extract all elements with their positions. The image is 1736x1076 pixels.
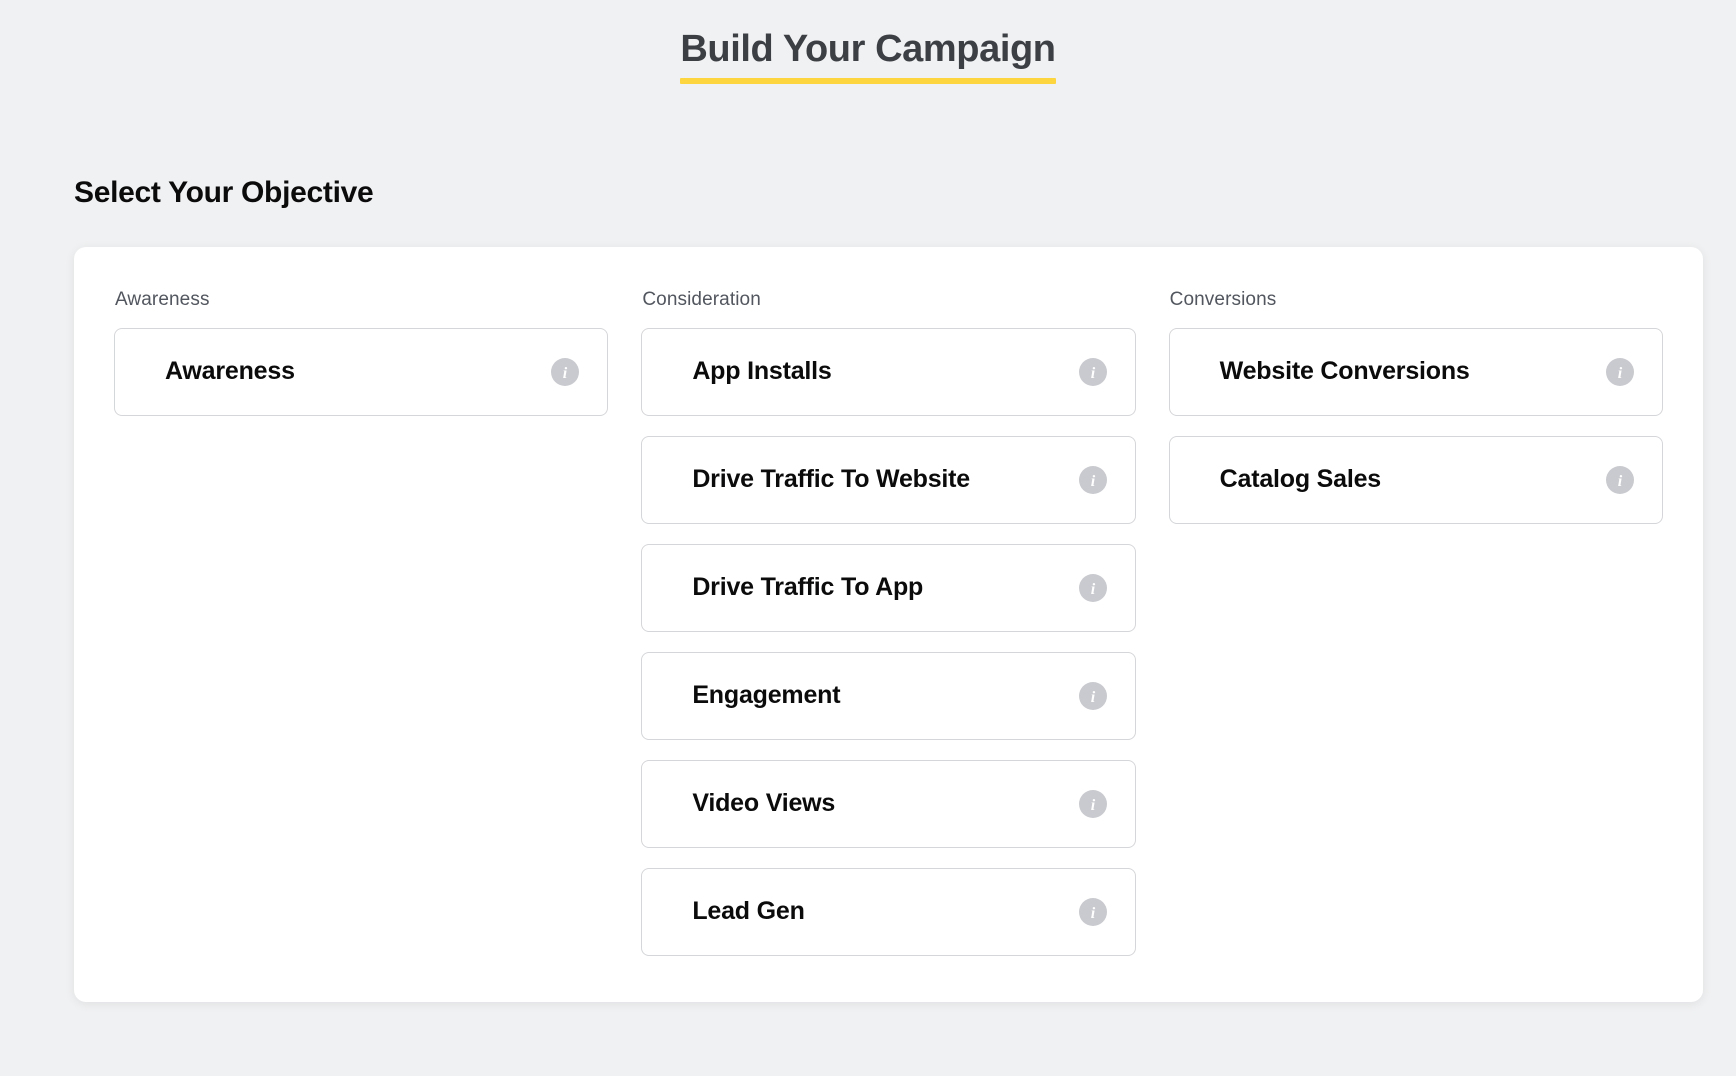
svg-text:i: i — [1090, 905, 1095, 922]
objective-card-label: Drive Traffic To Website — [692, 467, 970, 492]
svg-text:i: i — [563, 365, 568, 382]
page-title-block: Build Your Campaign — [680, 28, 1055, 84]
info-icon[interactable]: i — [1606, 466, 1634, 494]
info-icon[interactable]: i — [1079, 466, 1107, 494]
info-icon[interactable]: i — [1079, 790, 1107, 818]
objective-card[interactable]: Website Conversions i — [1169, 328, 1663, 416]
info-icon[interactable]: i — [1079, 574, 1107, 602]
objective-card-label: Drive Traffic To App — [692, 575, 923, 600]
objective-card-label: Video Views — [692, 791, 835, 816]
info-icon[interactable]: i — [1079, 682, 1107, 710]
svg-text:i: i — [1618, 365, 1623, 382]
info-icon[interactable]: i — [1606, 358, 1634, 386]
page-header: Build Your Campaign — [0, 0, 1736, 84]
column-label: Conversions — [1170, 289, 1663, 311]
svg-text:i: i — [1090, 365, 1095, 382]
objective-card[interactable]: Engagement i — [641, 652, 1135, 740]
objective-card[interactable]: Lead Gen i — [641, 868, 1135, 956]
objective-card-list: App InstallsiDrive Traffic To WebsiteiDr… — [641, 328, 1135, 956]
info-icon[interactable]: i — [1079, 898, 1107, 926]
svg-text:i: i — [1090, 797, 1095, 814]
objective-column-conversions: ConversionsWebsite ConversionsiCatalog S… — [1169, 289, 1663, 524]
objective-card-list: Website Conversions i Catalog Sales i — [1169, 328, 1663, 524]
objective-card-label: Catalog Sales — [1220, 467, 1381, 492]
objective-card-label: Engagement — [692, 683, 840, 708]
objective-card-label: Website Conversions — [1220, 359, 1470, 384]
objective-card[interactable]: Catalog Sales i — [1169, 436, 1663, 524]
objective-card-label: Awareness — [165, 359, 295, 384]
objective-card[interactable]: Video Views i — [641, 760, 1135, 848]
objective-card[interactable]: App Installs i — [641, 328, 1135, 416]
objective-card-label: App Installs — [692, 359, 831, 384]
svg-text:i: i — [1090, 581, 1095, 598]
objective-column-awareness: Awareness Awareness i — [114, 289, 608, 416]
column-label: Awareness — [115, 289, 608, 311]
objective-columns: Awareness Awareness i Consideration App Inst… — [114, 289, 1663, 956]
svg-text:i: i — [1090, 689, 1095, 706]
objective-selection-panel: Awareness Awareness i Consideration App Inst… — [74, 247, 1703, 1002]
objective-card[interactable]: Drive Traffic To Website i — [641, 436, 1135, 524]
column-label: Consideration — [642, 289, 1135, 311]
objective-card[interactable]: Drive Traffic To App i — [641, 544, 1135, 632]
info-icon[interactable]: i — [551, 358, 579, 386]
objective-column-consideration: ConsiderationApp InstallsiDrive Traffic … — [641, 289, 1135, 956]
info-icon[interactable]: i — [1079, 358, 1107, 386]
objective-card-label: Lead Gen — [692, 899, 804, 924]
page-title: Build Your Campaign — [680, 28, 1055, 72]
svg-text:i: i — [1618, 473, 1623, 490]
section-heading: Select Your Objective — [74, 176, 1736, 210]
svg-text:i: i — [1090, 473, 1095, 490]
objective-card-list: Awareness i — [114, 328, 608, 416]
objective-card[interactable]: Awareness i — [114, 328, 608, 416]
title-underline-accent — [680, 78, 1055, 84]
